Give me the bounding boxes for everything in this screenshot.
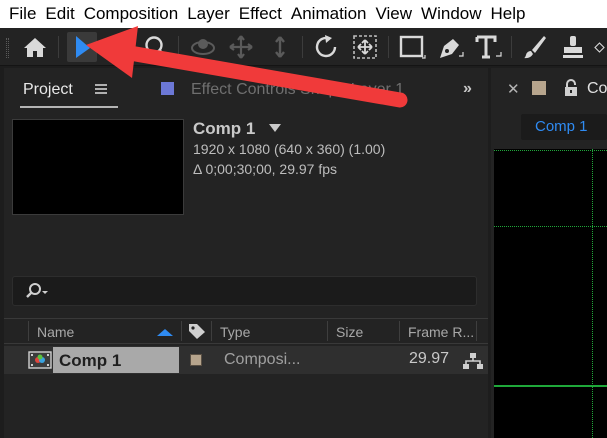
dolly-tool-icon[interactable] (266, 32, 294, 62)
panel-overflow-chevron-icon[interactable]: » (463, 80, 472, 98)
search-icon (23, 282, 49, 305)
comp-dropdown-caret-icon[interactable] (269, 124, 281, 132)
menu-file[interactable]: File (0, 0, 36, 28)
toolbar (0, 28, 607, 66)
label-tag-icon[interactable] (187, 322, 207, 345)
toolbar-separator (511, 36, 512, 58)
rotate-tool-icon[interactable] (312, 32, 342, 62)
safe-margin-guide (494, 150, 607, 151)
comp-thumbnail (12, 119, 184, 215)
tab-project[interactable]: Project (23, 80, 73, 100)
column-divider[interactable] (181, 321, 182, 341)
hand-tool-icon[interactable] (107, 32, 135, 62)
sort-ascending-icon[interactable] (157, 329, 173, 336)
menu-help[interactable]: Help (482, 0, 526, 28)
row-type: Composi... (224, 351, 301, 368)
toolbar-grip[interactable] (6, 38, 9, 58)
type-tool-icon[interactable] (473, 32, 503, 62)
safe-margin-guide (592, 149, 593, 438)
project-panel: Project Effect Controls Shape Layer 1 » … (4, 68, 488, 438)
toolbar-separator (302, 36, 303, 58)
pan-tool-icon[interactable] (226, 32, 256, 62)
selection-tool-icon[interactable] (67, 32, 97, 62)
toolbar-separator (178, 36, 179, 58)
row-label-color-swatch[interactable] (190, 354, 202, 366)
effect-controls-label-swatch (161, 82, 174, 95)
zoom-tool-icon[interactable] (142, 32, 170, 62)
row-name[interactable]: Comp 1 (59, 351, 121, 371)
safe-margin-guide (494, 385, 607, 387)
menu-edit[interactable]: Edit (36, 0, 74, 28)
comp-viewer-tab[interactable]: Comp 1 (521, 114, 607, 140)
composition-viewer[interactable] (494, 149, 607, 438)
menu-bar: File Edit Composition Layer Effect Anima… (0, 0, 607, 28)
home-icon[interactable] (20, 32, 50, 62)
comp-name: Comp 1 (193, 119, 256, 138)
tab-composition[interactable]: Co (587, 80, 607, 98)
menu-composition[interactable]: Composition (75, 0, 179, 28)
clone-stamp-tool-icon[interactable] (558, 32, 588, 62)
composition-panel: ✕ Co Comp 1 (491, 68, 607, 438)
menu-view[interactable]: View (367, 0, 413, 28)
safe-margin-guide (494, 226, 607, 227)
row-frame-rate: 29.97 (409, 350, 450, 367)
comp-label-swatch (532, 81, 546, 95)
flowchart-icon[interactable] (462, 352, 484, 375)
pen-tool-icon[interactable] (435, 32, 465, 62)
column-header-name[interactable]: Name (37, 324, 74, 340)
active-tab-indicator (20, 106, 118, 108)
orbit-tool-icon[interactable] (188, 32, 218, 62)
column-header-frame-rate[interactable]: Frame R... (408, 324, 474, 340)
menu-effect[interactable]: Effect (230, 0, 282, 28)
comp-dimensions: 1920 x 1080 (640 x 360) (1.00) (193, 141, 386, 157)
column-divider[interactable] (28, 321, 29, 341)
close-icon[interactable]: ✕ (507, 80, 520, 98)
column-divider[interactable] (327, 321, 328, 341)
tab-effect-controls[interactable]: Effect Controls Shape Layer 1 (191, 80, 404, 100)
project-search-input[interactable] (12, 276, 477, 306)
comp-viewer-tab-label: Comp 1 (535, 118, 588, 135)
column-header-type[interactable]: Type (220, 324, 250, 340)
menu-animation[interactable]: Animation (282, 0, 367, 28)
rectangle-tool-icon[interactable] (397, 32, 427, 62)
toolbar-separator (388, 36, 389, 58)
brush-tool-icon[interactable] (520, 32, 550, 62)
column-divider[interactable] (399, 321, 400, 341)
menu-layer[interactable]: Layer (178, 0, 230, 28)
column-divider[interactable] (211, 321, 212, 341)
comp-duration: Δ 0;00;30;00, 29.97 fps (193, 161, 338, 177)
eraser-tool-icon[interactable] (594, 32, 607, 62)
panel-tab-bar: Project Effect Controls Shape Layer 1 » (4, 68, 488, 108)
panel-menu-icon[interactable] (95, 84, 107, 94)
table-header: Name Type Size Frame R... (4, 318, 488, 344)
menu-window[interactable]: Window (412, 0, 481, 28)
table-row[interactable]: Comp 1 Composi... 29.97 (4, 346, 488, 374)
pan-behind-tool-icon[interactable] (350, 32, 380, 62)
lock-icon[interactable] (563, 79, 579, 102)
column-header-size[interactable]: Size (336, 324, 363, 340)
toolbar-separator (58, 36, 59, 58)
column-divider[interactable] (476, 321, 477, 341)
composition-icon (28, 351, 52, 374)
